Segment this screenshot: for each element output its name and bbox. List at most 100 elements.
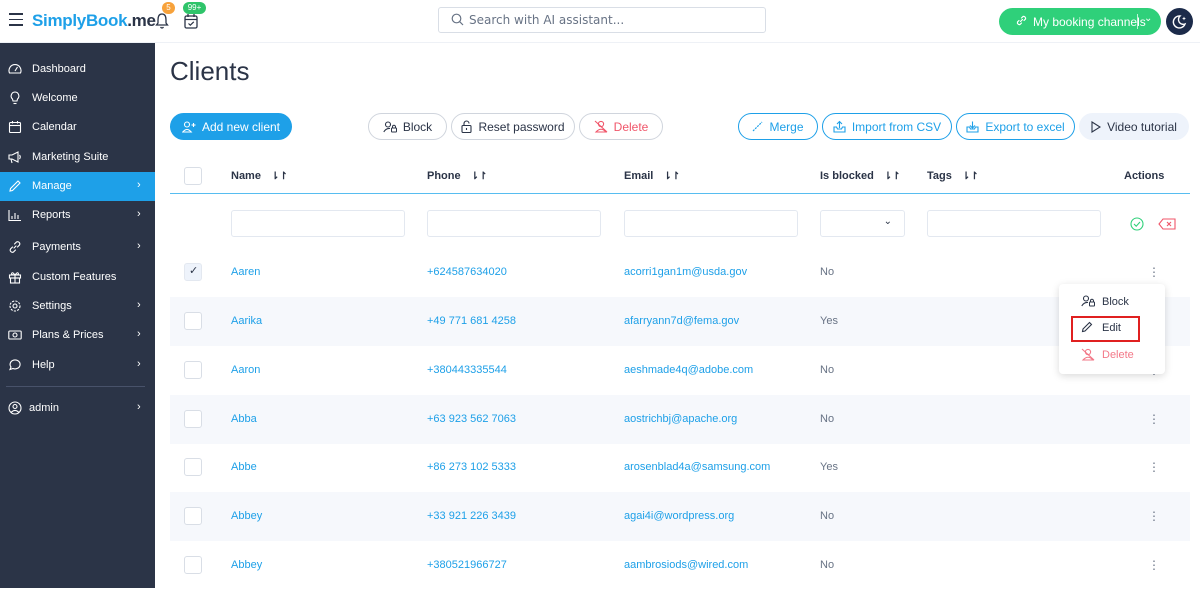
calendar-check-icon[interactable] [184, 13, 198, 29]
sidebar-item-reports[interactable]: Reports › [0, 201, 155, 230]
is-blocked-value: Yes [820, 461, 838, 473]
chevron-down-icon[interactable]: ⌄ [1144, 13, 1152, 24]
client-phone-link[interactable]: +380443335544 [427, 364, 507, 376]
client-name-link[interactable]: Aarika [231, 315, 262, 327]
export-excel-label: Export to excel [985, 119, 1065, 134]
import-csv-button[interactable]: Import from CSV [822, 113, 952, 140]
table-row: Abbe +86 273 102 5333 arosenblad4a@samsung… [170, 443, 1190, 492]
clear-filter-icon[interactable] [1158, 218, 1176, 230]
is-blocked-value: Yes [820, 315, 838, 327]
more-actions-icon[interactable]: ⋮ [1148, 412, 1160, 426]
row-checkbox[interactable] [184, 507, 202, 525]
sidebar-item-dashboard[interactable]: Dashboard [0, 55, 155, 84]
sort-icon[interactable]: ⇂↾ [663, 171, 680, 182]
row-checkbox[interactable] [184, 556, 202, 574]
row-checkbox[interactable] [184, 312, 202, 330]
more-actions-icon[interactable]: ⋮ [1148, 509, 1160, 523]
link-icon [1016, 15, 1027, 26]
video-tutorial-button[interactable]: Video tutorial [1079, 113, 1189, 140]
merge-label: Merge [769, 119, 804, 134]
menu-item-block[interactable]: Block [1059, 290, 1165, 314]
block-button[interactable]: Block [368, 113, 447, 140]
sort-icon[interactable]: ⇂↾ [884, 171, 901, 182]
sidebar-item-label: Dashboard [32, 63, 86, 75]
client-name-link[interactable]: Abbey [231, 559, 262, 571]
bell-icon[interactable] [154, 12, 170, 30]
tags-filter-input[interactable] [927, 210, 1101, 237]
client-email-link[interactable]: acorri1gan1m@usda.gov [624, 266, 747, 278]
sidebar-item-help[interactable]: Help › [0, 351, 155, 380]
row-checkbox[interactable] [184, 458, 202, 476]
menu-item-delete[interactable]: Delete [1059, 343, 1165, 367]
row-checkbox[interactable] [184, 361, 202, 379]
row-checkbox[interactable] [184, 263, 202, 281]
client-email-link[interactable]: aambrosiods@wired.com [624, 559, 748, 571]
export-excel-button[interactable]: Export to excel [956, 113, 1075, 140]
client-phone-link[interactable]: +63 923 562 7063 [427, 413, 516, 425]
more-actions-icon[interactable]: ⋮ [1148, 460, 1160, 474]
client-phone-link[interactable]: +380521966727 [427, 559, 507, 571]
menu-item-edit[interactable]: Edit [1071, 316, 1140, 342]
email-filter-input[interactable] [624, 210, 798, 237]
sort-icon[interactable]: ⇂↾ [471, 171, 488, 182]
client-phone-link[interactable]: +33 921 226 3439 [427, 510, 516, 522]
merge-button[interactable]: Merge [738, 113, 818, 140]
sidebar-item-calendar[interactable]: Calendar [0, 113, 155, 142]
chevron-right-icon: › [137, 401, 141, 413]
chevron-right-icon: › [137, 240, 141, 252]
megaphone-icon [8, 150, 22, 164]
sidebar-item-manage[interactable]: Manage › [0, 172, 155, 201]
client-phone-link[interactable]: +624587634020 [427, 266, 507, 278]
name-filter-input[interactable] [231, 210, 405, 237]
user-circle-icon [8, 401, 22, 415]
column-header-is-blocked[interactable]: Is blocked ⇂↾ [820, 170, 901, 182]
column-header-phone[interactable]: Phone ⇂↾ [427, 170, 487, 182]
reset-password-button[interactable]: Reset password [451, 113, 575, 140]
client-name-link[interactable]: Aaron [231, 364, 260, 376]
sidebar-item-marketing-suite[interactable]: Marketing Suite [0, 143, 155, 172]
apply-filter-check-icon[interactable] [1130, 217, 1144, 231]
calendar-badge: 99+ [183, 2, 206, 14]
client-name-link[interactable]: Aaren [231, 266, 260, 278]
delete-label: Delete [613, 119, 649, 134]
sort-icon[interactable]: ⇂↾ [962, 171, 979, 182]
booking-channels-button[interactable]: My booking channels ⌄ [999, 8, 1161, 35]
is-blocked-value: No [820, 559, 835, 571]
hamburger-menu-icon[interactable] [9, 13, 23, 27]
search-input[interactable] [469, 11, 759, 29]
add-new-client-button[interactable]: Add new client [170, 113, 292, 140]
sidebar-item-custom-features[interactable]: Custom Features [0, 263, 155, 292]
client-email-link[interactable]: agai4i@wordpress.org [624, 510, 734, 522]
sort-icon[interactable]: ⇂↾ [271, 171, 288, 182]
row-checkbox[interactable] [184, 410, 202, 428]
is-blocked-filter-select[interactable]: ⌄ [820, 210, 905, 237]
sidebar-item-admin[interactable]: admin › [0, 394, 155, 423]
row-actions-menu: Block Edit Delete [1059, 284, 1165, 374]
sidebar-item-welcome[interactable]: Welcome [0, 84, 155, 113]
sidebar-item-label: Plans & Prices [32, 329, 104, 341]
more-actions-icon[interactable]: ⋮ [1148, 265, 1160, 279]
theme-toggle-button[interactable] [1166, 8, 1193, 35]
select-all-checkbox[interactable] [184, 167, 202, 185]
sidebar-item-payments[interactable]: Payments › [0, 233, 155, 262]
sidebar-item-plans-prices[interactable]: Plans & Prices › [0, 321, 155, 350]
delete-button[interactable]: Delete [579, 113, 663, 140]
client-phone-link[interactable]: +49 771 681 4258 [427, 315, 516, 327]
logo[interactable]: SimplyBook.me [32, 11, 156, 31]
client-name-link[interactable]: Abba [231, 413, 257, 425]
client-name-link[interactable]: Abbe [231, 461, 257, 473]
client-name-link[interactable]: Abbey [231, 510, 262, 522]
client-email-link[interactable]: arosenblad4a@samsung.com [624, 461, 770, 473]
table-row: Abbey +33 921 226 3439 agai4i@wordpress.or… [170, 492, 1190, 541]
notifications-badge: 5 [162, 2, 175, 14]
more-actions-icon[interactable]: ⋮ [1148, 558, 1160, 572]
client-email-link[interactable]: aeshmade4q@adobe.com [624, 364, 753, 376]
client-email-link[interactable]: afarryann7d@fema.gov [624, 315, 739, 327]
client-phone-link[interactable]: +86 273 102 5333 [427, 461, 516, 473]
sidebar-item-settings[interactable]: Settings › [0, 292, 155, 321]
client-email-link[interactable]: aostrichbj@apache.org [624, 413, 737, 425]
phone-filter-input[interactable] [427, 210, 601, 237]
column-header-tags[interactable]: Tags ⇂↾ [927, 170, 979, 182]
column-header-name[interactable]: Name ⇂↾ [231, 170, 288, 182]
column-header-email[interactable]: Email ⇂↾ [624, 170, 680, 182]
